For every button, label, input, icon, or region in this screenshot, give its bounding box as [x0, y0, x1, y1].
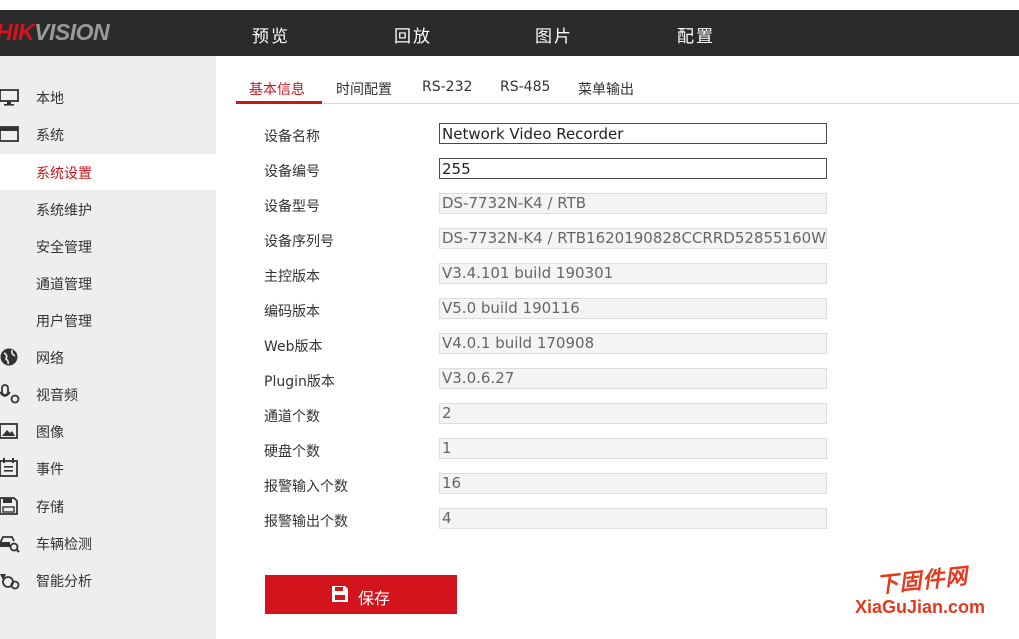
- sidebar-item-label: 事件: [36, 462, 64, 478]
- sidebar-item-event[interactable]: 事件: [0, 450, 216, 486]
- channel-count-label: 通道个数: [264, 409, 320, 425]
- sidebar-item-label: 存储: [36, 500, 64, 516]
- sidebar-item-label: 用户管理: [36, 314, 92, 330]
- floppy-disk-icon: [0, 497, 18, 515]
- sidebar-item-storage[interactable]: 存储: [0, 488, 216, 524]
- device-name-label: 设备名称: [264, 129, 320, 145]
- hdd-count-label: 硬盘个数: [264, 444, 320, 460]
- device-name-input[interactable]: [439, 123, 827, 144]
- sidebar: 本地 系统 系统设置 系统维护 安全管理 通道管理 用户管理 网络 视音频 图像…: [0, 56, 216, 639]
- plugin-version-field: V3.0.6.27: [439, 368, 827, 389]
- save-button-label: 保存: [358, 589, 391, 608]
- tab-menu-output[interactable]: 菜单输出: [578, 79, 634, 99]
- encoding-version-field: V5.0 build 190116: [439, 298, 827, 319]
- sidebar-item-system-settings[interactable]: 系统设置: [0, 154, 216, 190]
- tab-divider: [236, 103, 1019, 104]
- alarm-input-count-label: 报警输入个数: [264, 479, 348, 495]
- sidebar-item-label: 安全管理: [36, 240, 92, 256]
- tab-rs232[interactable]: RS-232: [422, 79, 472, 95]
- sidebar-item-image[interactable]: 图像: [0, 413, 216, 449]
- firmware-version-label: 主控版本: [264, 269, 320, 285]
- sidebar-item-label: 通道管理: [36, 277, 92, 293]
- sidebar-item-label: 车辆检测: [36, 537, 92, 553]
- alarm-output-count-label: 报警输出个数: [264, 514, 348, 530]
- tab-rs485[interactable]: RS-485: [500, 79, 550, 95]
- sidebar-item-label: 智能分析: [36, 574, 92, 590]
- watermark-cn: 下固件网: [875, 564, 970, 599]
- alarm-output-count-field: 4: [439, 508, 827, 529]
- sidebar-item-label: 系统维护: [36, 203, 92, 219]
- tab-basic-info[interactable]: 基本信息: [249, 79, 305, 99]
- device-model-label: 设备型号: [264, 199, 320, 215]
- sidebar-item-label: 本地: [36, 91, 64, 107]
- vehicle-search-icon: [0, 536, 20, 553]
- sidebar-item-smart-analysis[interactable]: 智能分析: [0, 562, 216, 598]
- hikvision-logo: HIKVISION: [0, 19, 110, 45]
- sidebar-item-network[interactable]: 网络: [0, 339, 216, 375]
- sidebar-item-label: 系统: [36, 128, 64, 144]
- tab-time-settings[interactable]: 时间配置: [336, 79, 392, 99]
- sidebar-item-local[interactable]: 本地: [0, 79, 216, 115]
- web-version-field: V4.0.1 build 170908: [439, 333, 827, 354]
- sidebar-item-video-audio[interactable]: 视音频: [0, 376, 216, 412]
- firmware-version-field: V3.4.101 build 190301: [439, 263, 827, 284]
- serial-number-label: 设备序列号: [264, 234, 334, 250]
- web-version-label: Web版本: [264, 339, 323, 355]
- device-number-input[interactable]: [439, 158, 827, 179]
- sidebar-item-label: 系统设置: [36, 166, 92, 182]
- channel-count-field: 2: [439, 403, 827, 424]
- top-nav-bar: HIKVISION 预览 回放 图片 配置: [0, 10, 1019, 56]
- sidebar-item-user-management[interactable]: 用户管理: [0, 302, 216, 338]
- device-model-field: DS-7732N-K4 / RTB: [439, 193, 827, 214]
- sidebar-item-channel-management[interactable]: 通道管理: [0, 265, 216, 301]
- microphone-icon: [0, 384, 20, 404]
- sidebar-item-label: 网络: [36, 351, 64, 367]
- alarm-input-count-field: 16: [439, 473, 827, 494]
- image-icon: [0, 423, 18, 439]
- sidebar-item-vehicle-detection[interactable]: 车辆检测: [0, 525, 216, 561]
- nav-preview[interactable]: 预览: [252, 22, 290, 47]
- device-number-label: 设备编号: [264, 164, 320, 180]
- analysis-icon: [0, 574, 20, 590]
- hdd-count-field: 1: [439, 438, 827, 459]
- encoding-version-label: 编码版本: [264, 304, 320, 320]
- plugin-version-label: Plugin版本: [264, 374, 335, 390]
- window-icon: [0, 126, 19, 142]
- sidebar-item-system-maintenance[interactable]: 系统维护: [0, 191, 216, 227]
- floppy-disk-icon: [332, 586, 348, 602]
- sidebar-item-system[interactable]: 系统: [0, 116, 216, 152]
- nav-picture[interactable]: 图片: [535, 22, 573, 47]
- globe-icon: [0, 348, 18, 366]
- monitor-icon: [0, 89, 19, 106]
- calendar-icon: [0, 458, 18, 477]
- sidebar-item-security[interactable]: 安全管理: [0, 228, 216, 264]
- active-tab-indicator: [236, 101, 322, 104]
- sidebar-item-label: 视音频: [36, 388, 78, 404]
- nav-configuration[interactable]: 配置: [677, 22, 715, 47]
- nav-playback[interactable]: 回放: [394, 22, 432, 47]
- sidebar-item-label: 图像: [36, 425, 64, 441]
- serial-number-field: DS-7732N-K4 / RTB1620190828CCRRD52855160…: [439, 228, 827, 249]
- watermark-url: XiaGuJian.com: [855, 597, 986, 617]
- save-button[interactable]: 保存: [265, 575, 457, 614]
